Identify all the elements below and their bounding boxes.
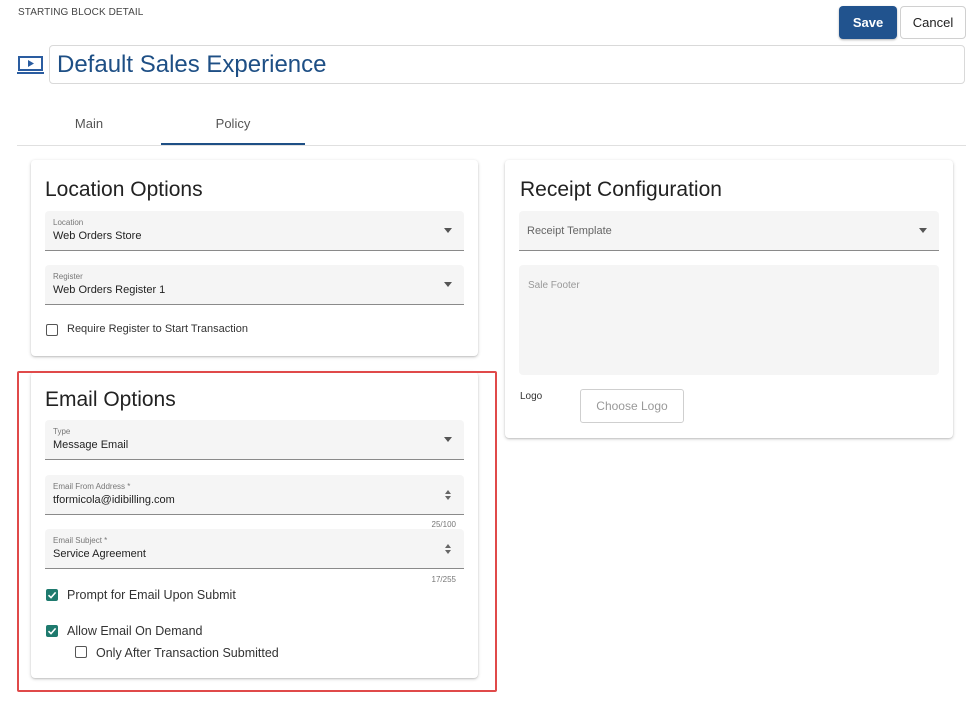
chevron-down-icon — [444, 437, 452, 442]
chevron-down-icon — [444, 228, 452, 233]
require-register-checkbox[interactable] — [46, 324, 58, 336]
allow-email-on-demand-label: Allow Email On Demand — [67, 624, 203, 638]
tab-policy[interactable]: Policy — [161, 116, 305, 144]
only-after-transaction-label: Only After Transaction Submitted — [96, 646, 279, 660]
page-title[interactable]: Default Sales Experience — [57, 51, 326, 79]
receipt-template-select[interactable]: Receipt Template — [519, 211, 939, 251]
chevron-down-icon — [444, 282, 452, 287]
email-subject-field[interactable]: Email Subject * Service Agreement — [45, 529, 464, 569]
prompt-email-checkbox[interactable] — [46, 589, 58, 601]
breadcrumb: STARTING BLOCK DETAIL — [18, 7, 144, 18]
sale-footer-placeholder: Sale Footer — [528, 280, 580, 291]
email-subject-value: Service Agreement — [53, 548, 146, 560]
location-options-heading: Location Options — [45, 178, 203, 201]
receipt-template-placeholder: Receipt Template — [527, 225, 612, 237]
stepper-icon[interactable] — [444, 543, 452, 555]
register-select[interactable]: Register Web Orders Register 1 — [45, 265, 464, 305]
tab-main[interactable]: Main — [17, 116, 161, 144]
only-after-transaction-checkbox[interactable] — [75, 646, 87, 658]
presentation-icon — [17, 56, 44, 74]
email-type-select[interactable]: Type Message Email — [45, 420, 464, 460]
email-options-card: Email Options Type Message Email Email F… — [31, 372, 478, 678]
email-from-address-label: Email From Address * — [53, 482, 131, 491]
from-address-char-counter: 25/100 — [431, 520, 456, 529]
email-subject-label: Email Subject * — [53, 536, 108, 545]
tab-divider — [17, 145, 966, 146]
register-label: Register — [53, 272, 83, 281]
location-label: Location — [53, 218, 84, 227]
choose-logo-button[interactable]: Choose Logo — [580, 389, 684, 423]
subject-char-counter: 17/255 — [431, 575, 456, 584]
location-select[interactable]: Location Web Orders Store — [45, 211, 464, 251]
sale-footer-textarea[interactable]: Sale Footer — [519, 265, 939, 375]
register-value: Web Orders Register 1 — [53, 284, 166, 296]
logo-label: Logo — [520, 391, 543, 402]
save-button[interactable]: Save — [839, 6, 897, 39]
require-register-label: Require Register to Start Transaction — [67, 323, 248, 335]
location-value: Web Orders Store — [53, 230, 142, 242]
email-options-heading: Email Options — [45, 388, 176, 411]
email-type-label: Type — [53, 427, 71, 436]
allow-email-on-demand-checkbox[interactable] — [46, 625, 58, 637]
email-from-address-value: tformicola@idibilling.com — [53, 494, 175, 506]
receipt-configuration-heading: Receipt Configuration — [520, 178, 722, 201]
email-from-address-field[interactable]: Email From Address * tformicola@idibilli… — [45, 475, 464, 515]
prompt-email-label: Prompt for Email Upon Submit — [67, 588, 236, 602]
email-type-value: Message Email — [53, 439, 129, 451]
check-icon — [47, 627, 57, 635]
cancel-button[interactable]: Cancel — [900, 6, 966, 39]
chevron-down-icon — [919, 228, 927, 233]
check-icon — [47, 591, 57, 599]
stepper-icon[interactable] — [444, 489, 452, 501]
location-options-card: Location Options Location Web Orders Sto… — [31, 160, 478, 356]
